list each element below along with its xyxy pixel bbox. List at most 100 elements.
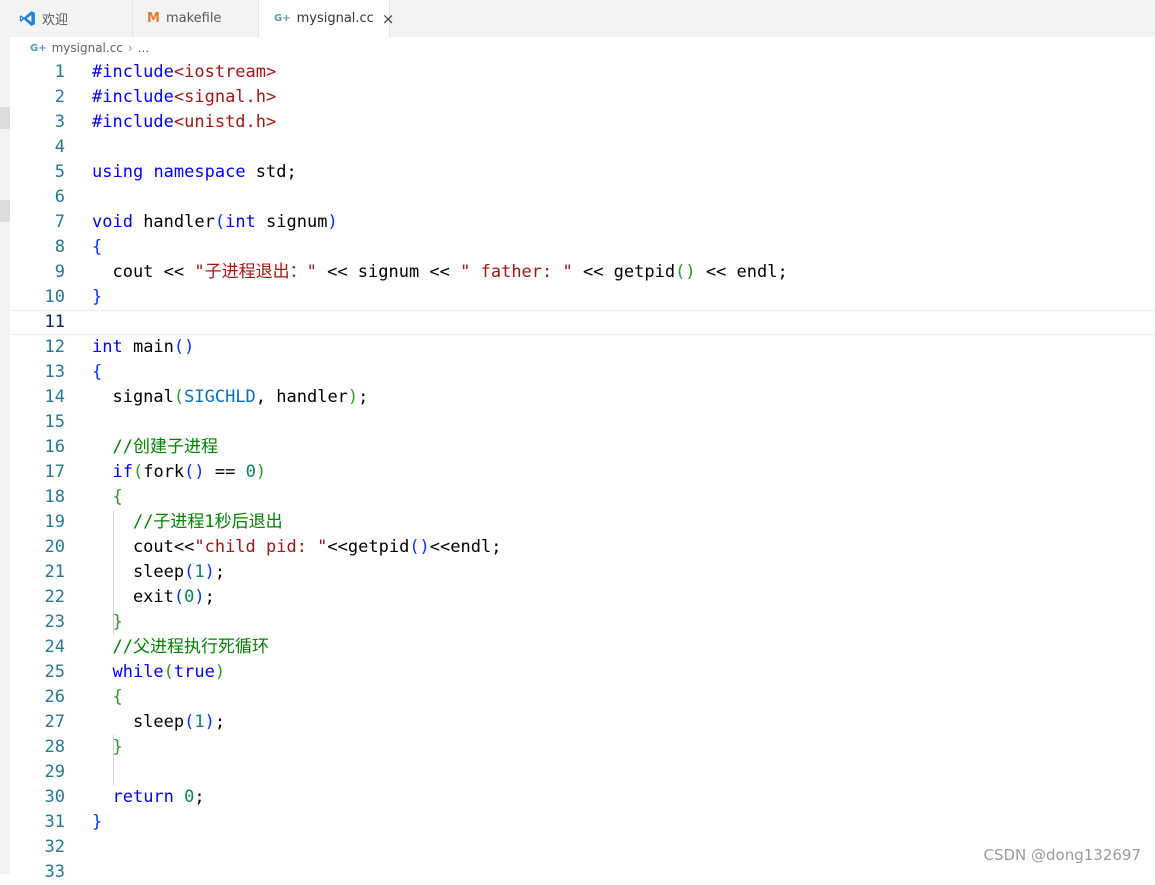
code-line[interactable]: 25 while(true) [10, 660, 1155, 685]
code-token: ( [132, 462, 144, 482]
code-line[interactable]: 29 [10, 760, 1155, 785]
code-line[interactable]: 15 [10, 410, 1155, 435]
line-number: 4 [54, 137, 65, 157]
line-number: 27 [44, 712, 65, 732]
code-line[interactable]: 14 signal(SIGCHLD, handler); [10, 385, 1155, 410]
code-editor[interactable]: 1 #include<iostream> 2 #include<signal.h> 3 #… [10, 60, 1155, 882]
code-line[interactable]: 8{ [10, 235, 1155, 260]
code-token: using [92, 162, 144, 182]
code-line[interactable]: 2 #include<signal.h> [10, 85, 1155, 110]
line-number: 25 [44, 662, 65, 682]
code-line[interactable]: 23 } [10, 610, 1155, 635]
code-text: sleep(1); [92, 560, 225, 585]
code-line[interactable]: 3 #include<unistd.h> [10, 110, 1155, 135]
sidebar-edge-highlight [0, 107, 10, 129]
code-token: "子进程退出：" [194, 262, 317, 282]
line-number: 30 [44, 787, 65, 807]
code-token: ( [163, 662, 174, 682]
code-line[interactable]: 1 #include<iostream> [10, 60, 1155, 85]
code-line[interactable]: 9 cout << "子进程退出：" << signum << " father… [10, 260, 1155, 285]
line-number: 7 [54, 212, 65, 232]
code-token: ; [358, 387, 369, 407]
code-token: 0 [245, 462, 256, 482]
line-number: 8 [54, 237, 65, 257]
code-token: () [409, 537, 430, 557]
tab-makefile[interactable]: M makefile [133, 0, 259, 37]
breadcrumb-more[interactable]: ... [138, 41, 149, 55]
code-token: } [112, 612, 123, 632]
code-token: " father: " [460, 262, 573, 282]
code-line[interactable]: 26 { [10, 685, 1155, 710]
code-token: ( [184, 562, 195, 582]
code-token: ; [194, 787, 205, 807]
line-number: 13 [44, 362, 65, 382]
code-token: #include [92, 87, 174, 107]
code-line[interactable]: 5 using namespace std; [10, 160, 1155, 185]
code-line[interactable]: 16 //创建子进程 [10, 435, 1155, 460]
code-token: ) [214, 662, 226, 682]
code-token: { [92, 362, 103, 382]
code-token: exit [92, 587, 174, 607]
code-line[interactable]: 19 //子进程1秒后退出 [10, 510, 1155, 535]
code-token: true [173, 662, 215, 682]
code-text: cout<<"child pid: "<<getpid()<<endl; [92, 535, 502, 560]
line-number: 16 [44, 437, 65, 457]
code-line[interactable]: 4 [10, 135, 1155, 160]
code-token: ) [255, 462, 267, 482]
code-line[interactable]: 10} [10, 285, 1155, 310]
tab-welcome[interactable]: 欢迎 [0, 0, 133, 37]
code-line[interactable]: 28 } [10, 735, 1155, 760]
code-token: int [225, 212, 256, 232]
code-token: ) [347, 387, 359, 407]
code-token: << getpid [572, 262, 676, 282]
code-line[interactable]: 18 { [10, 485, 1155, 510]
tab-mysignal[interactable]: G+ mysignal.cc × [259, 0, 394, 37]
line-number: 12 [44, 337, 65, 357]
code-token: 0 [184, 787, 195, 807]
code-text: while(true) [92, 660, 225, 685]
code-token: ) [204, 562, 215, 582]
code-line[interactable]: 31} [10, 810, 1155, 835]
code-line[interactable]: 30 return 0; [10, 785, 1155, 810]
line-number: 1 [54, 62, 65, 82]
code-text: int main() [92, 335, 194, 360]
code-token: sleep [92, 562, 185, 582]
code-token: ) [194, 587, 205, 607]
tab-label: 欢迎 [42, 13, 69, 28]
code-line[interactable]: 27 sleep(1); [10, 710, 1155, 735]
code-line[interactable]: 17 if(fork() == 0) [10, 460, 1155, 485]
tab-label: mysignal.cc [296, 11, 374, 26]
code-line[interactable]: 7 void handler(int signum) [10, 210, 1155, 235]
code-line[interactable]: 12 int main() [10, 335, 1155, 360]
tab-bar: 欢迎 M makefile G+ mysignal.cc × [0, 0, 1155, 37]
code-token: fork [143, 462, 185, 482]
code-line[interactable]: 20 cout<<"child pid: "<<getpid()<<endl; [10, 535, 1155, 560]
line-number: 5 [54, 162, 65, 182]
code-line[interactable]: 21 sleep(1); [10, 560, 1155, 585]
code-line[interactable]: 24 //父进程执行死循环 [10, 635, 1155, 660]
breadcrumb-file[interactable]: mysignal.cc [52, 41, 123, 55]
code-line[interactable]: 13 { [10, 360, 1155, 385]
code-text: } [92, 610, 123, 635]
line-number: 29 [44, 762, 65, 782]
code-token: std; [245, 162, 297, 182]
code-token: } [92, 812, 103, 832]
code-line[interactable]: 6 [10, 185, 1155, 210]
code-token: ( [173, 387, 185, 407]
code-token: #include [92, 112, 174, 132]
code-token: void [92, 212, 133, 232]
code-token: ; [204, 587, 215, 607]
code-text: if(fork() == 0) [92, 460, 266, 485]
chevron-right-icon: › [127, 41, 133, 55]
code-line[interactable]: 22 exit(0); [10, 585, 1155, 610]
code-text: } [92, 810, 102, 835]
close-icon[interactable]: × [382, 10, 395, 28]
code-line[interactable]: 11 [10, 310, 1155, 335]
cpp-file-icon: G+ [274, 13, 291, 24]
code-token: "child pid: " [194, 537, 328, 557]
sidebar-edge-highlight [0, 200, 10, 222]
